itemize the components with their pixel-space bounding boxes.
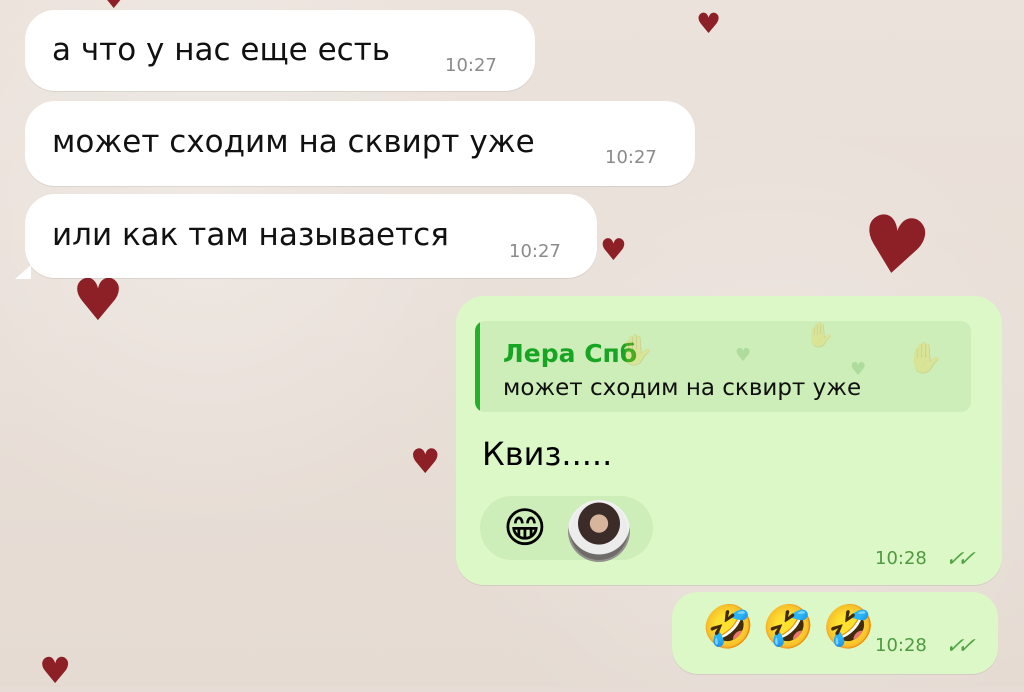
outgoing-emoji-bubble[interactable]: 🤣🤣🤣 10:28 ✓✓ [672,592,998,674]
heart-icon: ♥ [850,359,867,380]
incoming-message-bubble[interactable]: или как там называется 10:27 [25,194,597,278]
message-time: 10:27 [445,55,497,76]
message-text: может сходим на сквирт уже [52,124,535,160]
avatar [568,500,630,562]
heart-icon: ♥ [72,266,124,334]
reply-message-text: Квиз..... [482,435,613,473]
grinning-face-icon: 😁 [503,503,547,552]
message-time: 10:27 [509,241,561,262]
gesture-icon: ✋ [617,333,655,368]
heart-icon: ♥ [39,651,72,692]
heart-icon: ♥ [854,197,936,297]
gesture-icon: ✋ [906,341,944,376]
quoted-message-preview[interactable]: Лера Спб может сходим на сквирт уже ✋ ✋ … [475,321,971,412]
laughing-face-icons: 🤣🤣🤣 [702,602,883,651]
message-time: 10:28 [875,548,927,569]
double-check-icon: ✓✓ [942,634,974,659]
quoted-message-text: может сходим на сквирт уже [503,375,862,401]
heart-icon: ♥ [410,442,441,482]
incoming-message-bubble[interactable]: а что у нас еще есть 10:27 [25,10,535,91]
message-time: 10:28 [875,635,927,656]
incoming-bubble-tail [15,265,31,279]
message-text: а что у нас еще есть [52,32,391,68]
message-time: 10:27 [605,147,657,168]
heart-icon: ♥ [696,7,722,40]
heart-icon: ♥ [735,345,752,366]
quoted-message-bar [475,321,480,412]
incoming-message-bubble[interactable]: может сходим на сквирт уже 10:27 [25,101,695,186]
message-text: или как там называется [52,217,449,253]
heart-icon: ♥ [600,233,627,268]
gesture-icon: ✋ [805,321,835,349]
